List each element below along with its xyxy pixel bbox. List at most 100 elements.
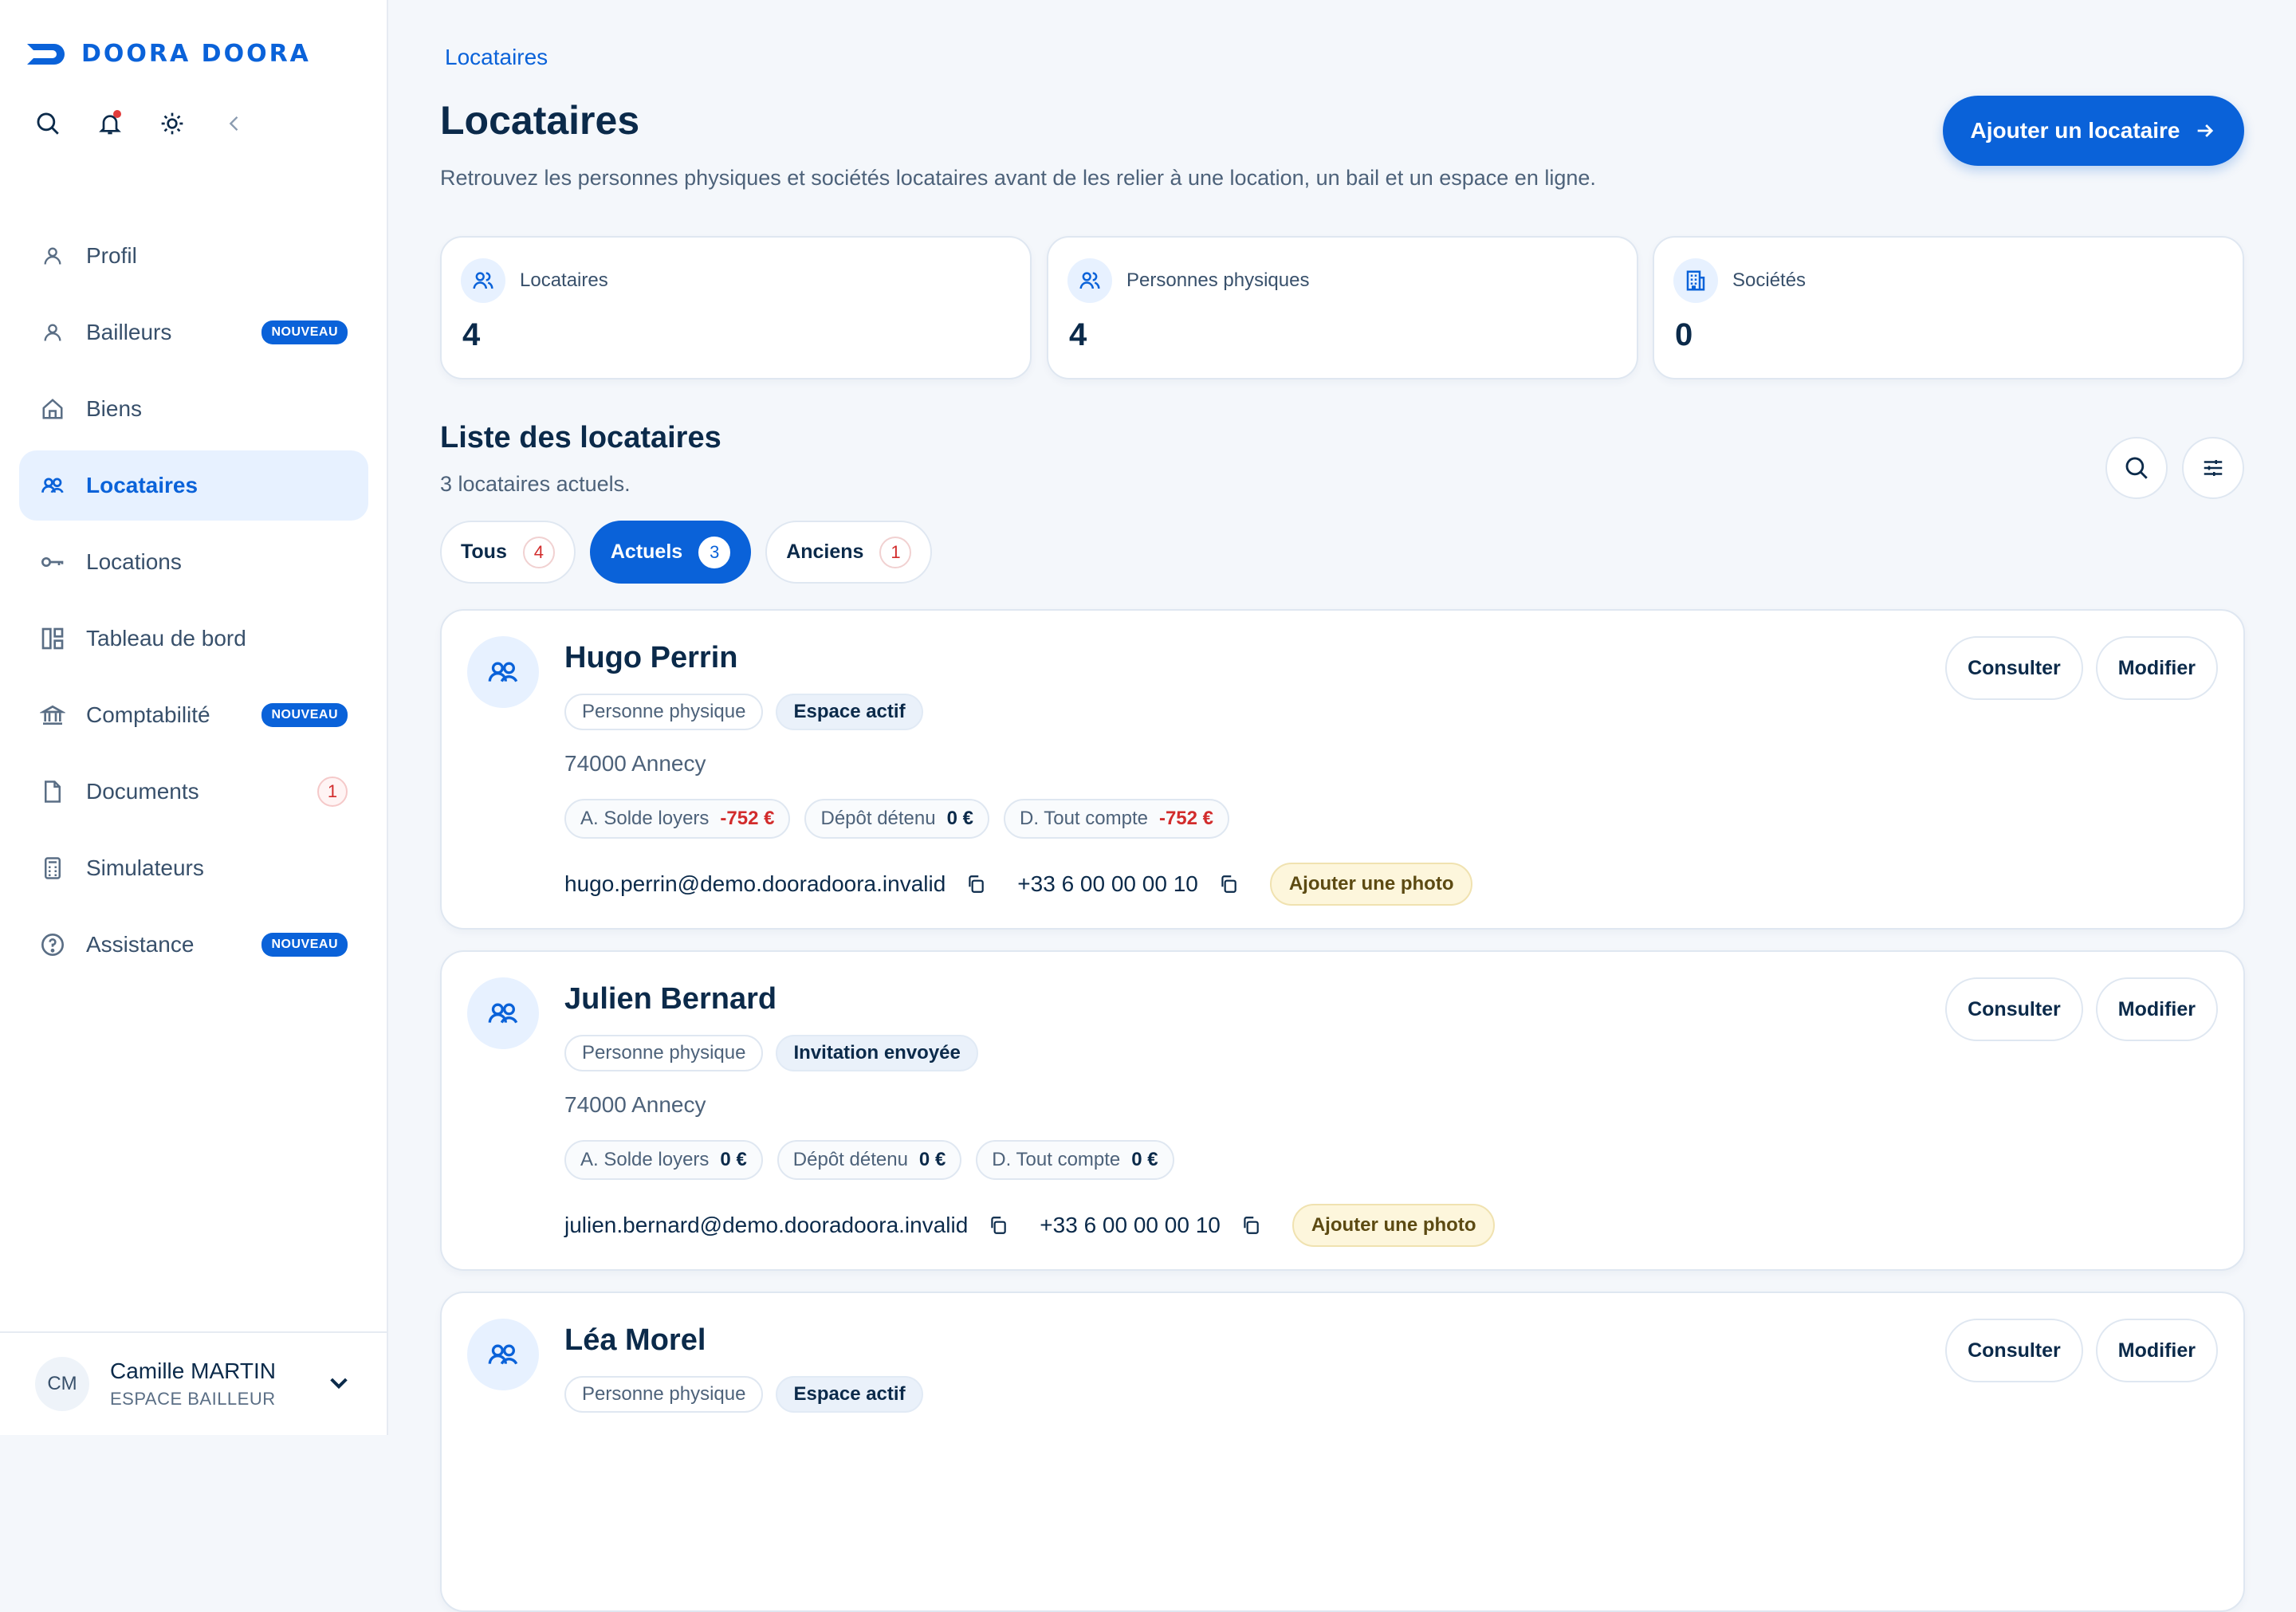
balance-label: Dépôt détenu: [792, 1149, 908, 1170]
home-icon: [40, 396, 65, 422]
tab-count: 4: [522, 536, 555, 568]
brand-logo[interactable]: DOORA DOORA: [24, 40, 311, 68]
tenant-type-tag: Personne physique: [564, 694, 764, 730]
consult-button[interactable]: Consulter: [1945, 1319, 2083, 1382]
user-menu[interactable]: CM Camille MARTIN ESPACE BAILLEUR: [0, 1331, 387, 1435]
copy-icon[interactable]: [1238, 1213, 1264, 1238]
filter-tabs: Tous 4 Actuels 3 Anciens 1: [440, 521, 933, 584]
stat-card-personnes-physiques: Personnes physiques 4: [1047, 236, 1638, 379]
tenant-email: julien.bernard@demo.dooradoora.invalid: [564, 1213, 969, 1237]
sidebar-item-label: Biens: [86, 396, 143, 421]
notification-dot: [113, 110, 121, 118]
sidebar-item-label: Locataires: [86, 473, 199, 497]
sidebar-item-biens[interactable]: Biens: [19, 374, 368, 444]
stat-label: Locataires: [520, 269, 608, 291]
stat-card-locataires: Locataires 4: [440, 236, 1032, 379]
add-photo-button[interactable]: Ajouter une photo: [1292, 1204, 1496, 1247]
tenant-phone: +33 6 00 00 00 10: [1040, 1213, 1221, 1237]
balance-value: 0 €: [918, 1149, 946, 1170]
tab-count: 3: [698, 536, 731, 568]
users-icon: [461, 258, 505, 303]
balance-value: -752 €: [1158, 808, 1214, 829]
chevron-left-icon[interactable]: [218, 108, 250, 140]
users-icon: [40, 473, 65, 498]
search-icon[interactable]: [32, 108, 64, 140]
users-icon: [1067, 258, 1112, 303]
building-icon: [1673, 258, 1718, 303]
edit-button[interactable]: Modifier: [2095, 636, 2218, 700]
brand-name: DOORA DOORA: [81, 40, 311, 68]
users-icon: [467, 636, 539, 708]
sidebar-item-simulateurs[interactable]: Simulateurs: [19, 833, 368, 903]
sidebar-item-documents[interactable]: Documents 1: [19, 757, 368, 827]
balance-label: D. Tout compte: [992, 1149, 1121, 1170]
sidebar-item-label: Tableau de bord: [86, 626, 246, 651]
sidebar-item-label: Profil: [86, 243, 137, 268]
tenant-name[interactable]: Julien Bernard: [564, 982, 776, 1016]
bell-icon[interactable]: [94, 108, 126, 140]
sidebar-item-bailleurs[interactable]: Bailleurs NOUVEAU: [19, 297, 368, 368]
sidebar-item-label: Locations: [86, 549, 182, 574]
tab-actuels[interactable]: Actuels 3: [589, 521, 752, 584]
arrow-right-icon: [2198, 124, 2214, 137]
consult-button[interactable]: Consulter: [1945, 977, 2083, 1041]
help-icon: [40, 932, 65, 957]
sidebar-item-profil[interactable]: Profil: [19, 221, 368, 291]
tenant-status-tag: Invitation envoyée: [776, 1035, 978, 1071]
balance-pill: D. Tout compte 0 €: [976, 1140, 1174, 1180]
tenant-email: hugo.perrin@demo.dooradoora.invalid: [564, 871, 946, 896]
file-icon: [40, 779, 65, 804]
sidebar-toolbar: [32, 108, 250, 140]
new-badge: NOUVEAU: [261, 320, 348, 344]
balance-value: 0 €: [946, 808, 973, 829]
search-button[interactable]: [2105, 437, 2168, 499]
balance-pill: A. Solde loyers 0 €: [564, 1140, 763, 1180]
add-photo-button[interactable]: Ajouter une photo: [1269, 863, 1473, 906]
stat-label: Sociétés: [1732, 269, 1807, 291]
page-title: Locataires: [440, 98, 640, 143]
sidebar: DOORA DOORA Profil Bailleurs NOUVEAU Bie…: [0, 0, 388, 1435]
sidebar-item-locations[interactable]: Locations: [19, 527, 368, 597]
calculator-icon: [40, 855, 65, 881]
balance-value: 0 €: [1131, 1149, 1158, 1170]
balance-pill: A. Solde loyers -752 €: [564, 799, 791, 839]
edit-button[interactable]: Modifier: [2095, 977, 2218, 1041]
tenant-status-tag: Espace actif: [776, 1376, 923, 1413]
tenant-name[interactable]: Hugo Perrin: [564, 641, 737, 675]
avatar: CM: [35, 1357, 89, 1411]
balance-value: 0 €: [720, 1149, 747, 1170]
tenant-status-tag: Espace actif: [776, 694, 923, 730]
add-tenant-button[interactable]: Ajouter un locataire: [1943, 96, 2244, 166]
consult-button[interactable]: Consulter: [1945, 636, 2083, 700]
tenant-type-tag: Personne physique: [564, 1376, 764, 1413]
bank-icon: [40, 702, 65, 728]
users-icon: [467, 1319, 539, 1390]
sidebar-item-label: Simulateurs: [86, 855, 204, 880]
sidebar-item-locataires[interactable]: Locataires: [19, 450, 368, 521]
filter-button[interactable]: [2182, 437, 2244, 499]
stat-card-societes: Sociétés 0: [1653, 236, 2244, 379]
copy-icon[interactable]: [985, 1213, 1011, 1238]
sidebar-nav: Profil Bailleurs NOUVEAU Biens Locataire…: [19, 221, 368, 986]
tenant-card: Hugo Perrin Personne physique Espace act…: [440, 609, 2245, 930]
sidebar-item-assistance[interactable]: Assistance NOUVEAU: [19, 910, 368, 980]
new-badge: NOUVEAU: [261, 933, 348, 957]
user-icon: [40, 320, 65, 345]
tab-tous[interactable]: Tous 4: [440, 521, 576, 584]
tab-anciens[interactable]: Anciens 1: [765, 521, 933, 584]
edit-button[interactable]: Modifier: [2095, 1319, 2218, 1382]
tab-label: Tous: [461, 541, 507, 563]
balance-label: Dépôt détenu: [820, 808, 936, 829]
copy-icon[interactable]: [1216, 871, 1241, 897]
page-subtitle: Retrouvez les personnes physiques et soc…: [440, 166, 1596, 190]
sidebar-item-label: Comptabilité: [86, 702, 210, 727]
breadcrumb[interactable]: Locataires: [445, 45, 548, 70]
sidebar-item-tableau-de-bord[interactable]: Tableau de bord: [19, 604, 368, 674]
sun-icon[interactable]: [156, 108, 188, 140]
copy-icon[interactable]: [963, 871, 989, 897]
chevron-down-icon[interactable]: [326, 1370, 352, 1399]
tenant-name[interactable]: Léa Morel: [564, 1323, 706, 1358]
sidebar-item-comptabilite[interactable]: Comptabilité NOUVEAU: [19, 680, 368, 750]
new-badge: NOUVEAU: [261, 703, 348, 727]
list-title: Liste des locataires: [440, 421, 721, 454]
